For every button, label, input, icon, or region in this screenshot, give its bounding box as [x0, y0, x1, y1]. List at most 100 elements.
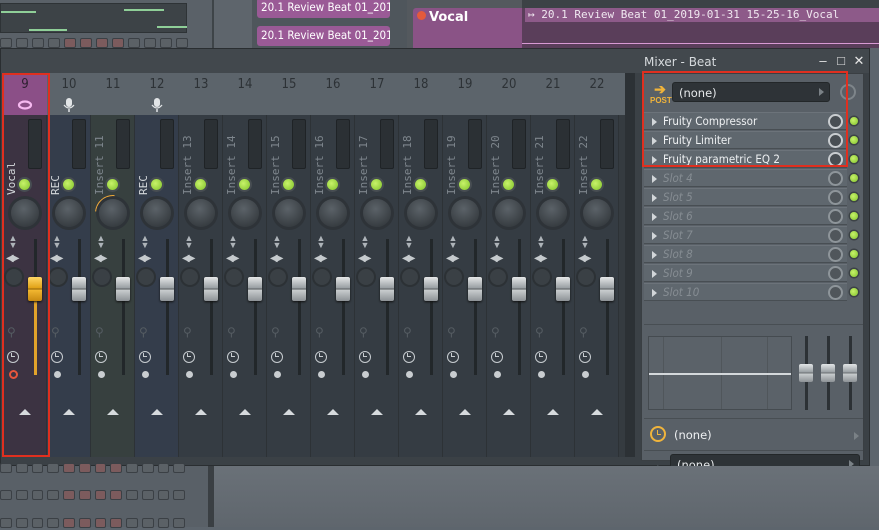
route-arrow-icon[interactable] — [239, 409, 251, 415]
volume-fader-handle[interactable] — [512, 277, 526, 302]
swap-up-down-icon[interactable]: ▲ ▼ — [183, 234, 195, 250]
minimize-button[interactable]: – — [816, 54, 830, 68]
clock-icon[interactable] — [491, 351, 503, 363]
clip-item[interactable]: 20.1 Review Beat 01_201.. — [257, 26, 390, 46]
slot-enable-led[interactable] — [850, 269, 858, 277]
swap-up-down-icon[interactable]: ▲ ▼ — [271, 234, 283, 250]
audio-input-icon[interactable]: ⚲ — [315, 325, 325, 339]
audio-input-icon[interactable]: ⚲ — [95, 325, 105, 339]
stereo-separation-icon[interactable]: ◀▶ — [50, 253, 63, 264]
audio-input-icon[interactable]: ⚲ — [447, 325, 457, 339]
pan-knob[interactable] — [99, 199, 127, 227]
insert-strip[interactable]: 11 Insert 11 ▲ ▼ ◀▶ ⚲ — [87, 73, 139, 457]
slot-enable-led[interactable] — [850, 250, 858, 258]
insert-strip[interactable]: 12 REC ▲ ▼ ◀▶ ⚲ — [135, 73, 179, 457]
record-arm-icon[interactable] — [9, 370, 18, 379]
fx-slot-label[interactable]: Slot 7 — [663, 228, 693, 242]
volume-fader-handle[interactable] — [380, 277, 394, 302]
mute-switch[interactable] — [547, 179, 558, 190]
pan-knob[interactable] — [319, 199, 347, 227]
volume-fader-handle[interactable] — [28, 277, 42, 302]
clock-icon[interactable] — [447, 351, 459, 363]
swap-up-down-icon[interactable]: ▲ ▼ — [139, 234, 151, 250]
swap-up-down-icon[interactable]: ▲ ▼ — [227, 234, 239, 250]
swap-up-down-icon[interactable]: ▲ ▼ — [491, 234, 503, 250]
pan-knob[interactable] — [583, 199, 611, 227]
audio-input-icon[interactable]: ⚲ — [183, 325, 193, 339]
latency-value[interactable]: (none) — [674, 428, 712, 442]
mixer-titlebar[interactable]: Mixer - Beat – □ ✕ — [1, 49, 869, 73]
expand-arrow-icon[interactable] — [652, 232, 657, 240]
pan-knob[interactable] — [451, 199, 479, 227]
record-arm-dot[interactable] — [582, 371, 589, 378]
record-arm-dot[interactable] — [230, 371, 237, 378]
record-arm-dot[interactable] — [98, 371, 105, 378]
route-arrow-icon[interactable] — [459, 409, 471, 415]
volume-fader-track[interactable] — [518, 239, 521, 375]
fx-slot-label[interactable]: Slot 9 — [663, 266, 693, 280]
clock-icon[interactable] — [95, 351, 107, 363]
clip-item[interactable]: 20.1 Review Beat 01_201.. — [257, 0, 390, 18]
eq-band-low-handle[interactable] — [799, 364, 813, 382]
mix-knob[interactable] — [828, 209, 843, 224]
record-arm-dot[interactable] — [54, 371, 61, 378]
stereo-knob[interactable] — [446, 269, 462, 285]
mute-switch[interactable] — [459, 179, 470, 190]
record-arm-dot[interactable] — [494, 371, 501, 378]
volume-fader-handle[interactable] — [160, 277, 174, 302]
mix-level-knob[interactable] — [840, 84, 856, 100]
maximize-button[interactable]: □ — [834, 54, 848, 68]
stereo-knob[interactable] — [94, 269, 110, 285]
volume-fader-handle[interactable] — [600, 277, 614, 302]
record-arm-dot[interactable] — [318, 371, 325, 378]
mix-knob[interactable] — [828, 171, 843, 186]
fx-slot[interactable]: Slot 7 — [644, 226, 847, 244]
insert-strip[interactable]: 17 Insert 17 ▲ ▼ ◀▶ ⚲ — [355, 73, 399, 457]
mute-switch[interactable] — [283, 179, 294, 190]
record-arm-dot[interactable] — [362, 371, 369, 378]
audio-input-icon[interactable]: ⚲ — [403, 325, 413, 339]
volume-fader-track[interactable] — [254, 239, 257, 375]
volume-fader-handle[interactable] — [556, 277, 570, 302]
record-arm-dot[interactable] — [450, 371, 457, 378]
audio-input-icon[interactable]: ⚲ — [359, 325, 369, 339]
volume-fader-handle[interactable] — [468, 277, 482, 302]
volume-fader-handle[interactable] — [248, 277, 262, 302]
latency-clock-icon[interactable] — [650, 426, 666, 442]
mix-knob[interactable] — [828, 133, 843, 148]
slot-enable-led[interactable] — [850, 155, 858, 163]
fx-slot[interactable]: Slot 5 — [644, 188, 847, 206]
eq-band-mid-handle[interactable] — [821, 364, 835, 382]
clock-icon[interactable] — [535, 351, 547, 363]
record-arm-dot[interactable] — [142, 371, 149, 378]
stereo-knob[interactable] — [402, 269, 418, 285]
clock-icon[interactable] — [315, 351, 327, 363]
audio-clip-title[interactable]: ↦ 20.1 Review Beat 01_2019-01-31 15-25-1… — [525, 8, 879, 22]
swap-up-down-icon[interactable]: ▲ ▼ — [403, 234, 415, 250]
expand-arrow-icon[interactable] — [652, 175, 657, 183]
volume-fader-track[interactable] — [342, 239, 345, 375]
mix-knob[interactable] — [828, 114, 843, 129]
fx-slot-label[interactable]: Slot 5 — [663, 190, 693, 204]
insert-strip[interactable]: 18 Insert 18 ▲ ▼ ◀▶ ⚲ — [399, 73, 443, 457]
audio-input-icon[interactable]: ⚲ — [535, 325, 545, 339]
pan-knob[interactable] — [231, 199, 259, 227]
stereo-knob[interactable] — [534, 269, 550, 285]
insert-strip[interactable]: 9 Vocal ▲ ▼ ◀▶ ⚲ — [3, 73, 47, 457]
clock-icon[interactable] — [403, 351, 415, 363]
close-button[interactable]: ✕ — [852, 54, 866, 68]
volume-fader-handle[interactable] — [424, 277, 438, 302]
eq-band-high-handle[interactable] — [843, 364, 857, 382]
route-arrow-icon[interactable] — [503, 409, 515, 415]
route-arrow-icon[interactable] — [195, 409, 207, 415]
pan-knob[interactable] — [495, 199, 523, 227]
stereo-separation-icon[interactable]: ◀▶ — [358, 253, 371, 264]
insert-strip[interactable]: 22 Insert 22 ▲ ▼ ◀▶ ⚲ — [575, 73, 619, 457]
pan-knob[interactable] — [55, 199, 83, 227]
pan-knob[interactable] — [407, 199, 435, 227]
fx-slot[interactable]: Slot 8 — [644, 245, 847, 263]
insert-strip[interactable]: 21 Insert 21 ▲ ▼ ◀▶ ⚲ — [531, 73, 575, 457]
swap-up-down-icon[interactable]: ▲ ▼ — [579, 234, 591, 250]
audio-input-icon[interactable]: ⚲ — [227, 325, 237, 339]
stereo-knob[interactable] — [138, 269, 154, 285]
